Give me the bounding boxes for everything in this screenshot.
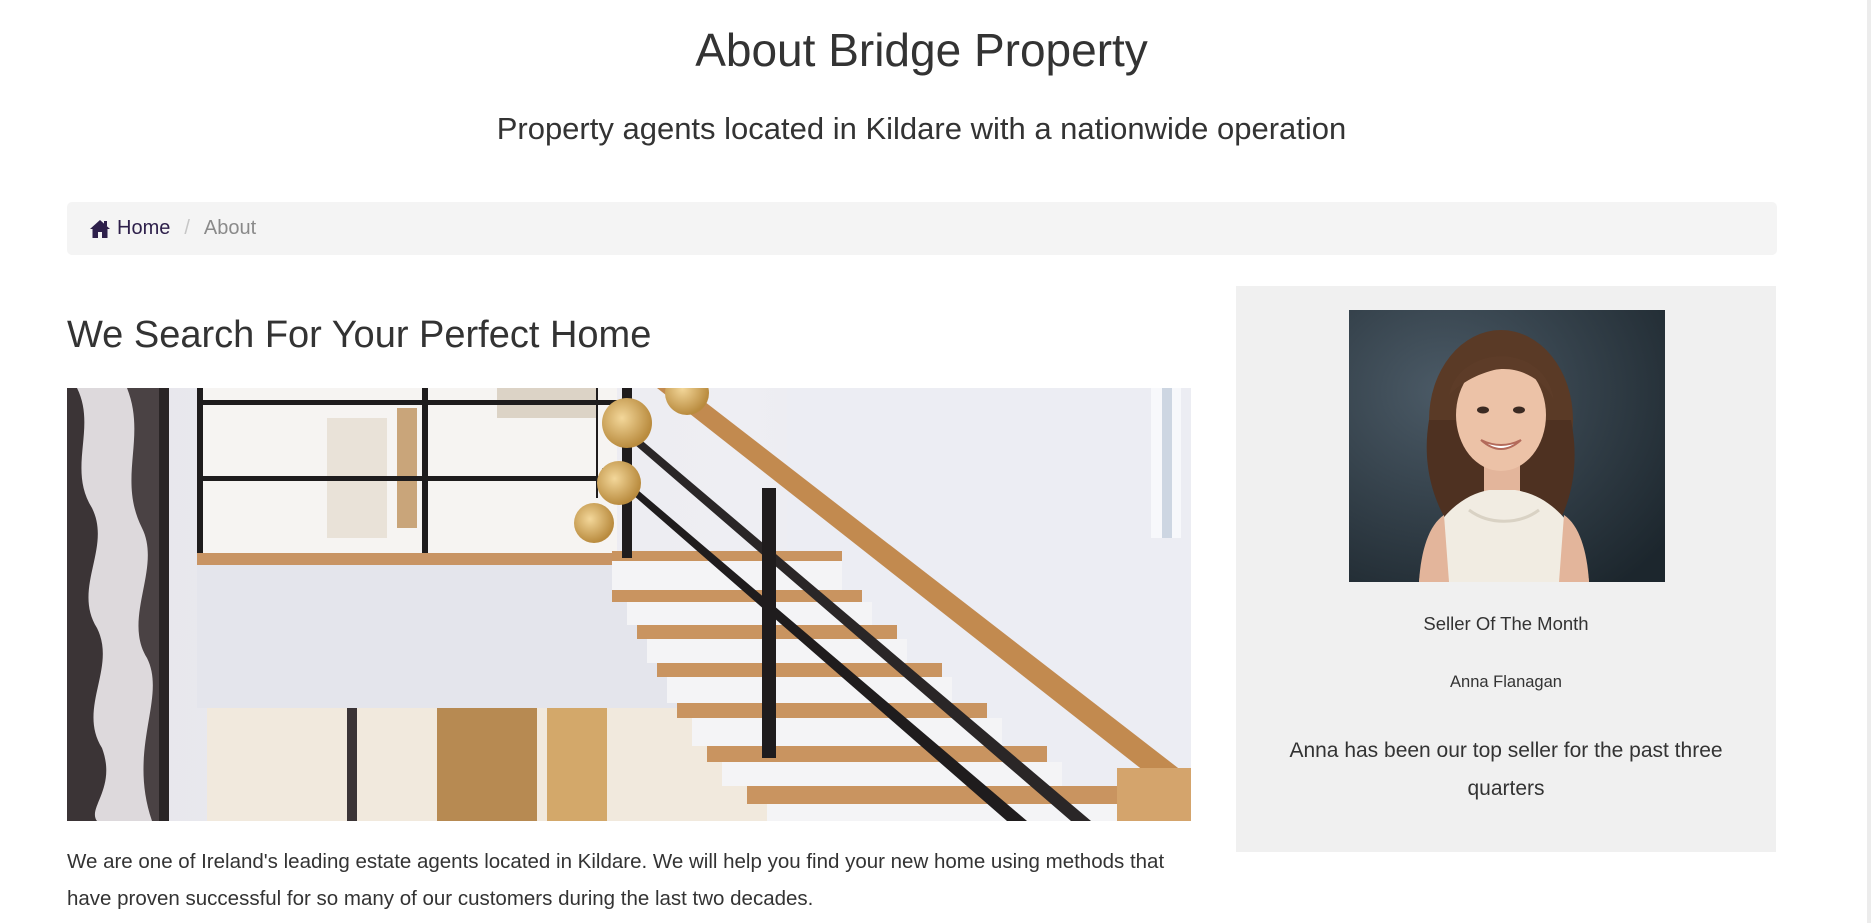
staircase-image <box>67 388 1191 821</box>
breadcrumb-home-label: Home <box>117 217 171 239</box>
page: About Bridge Property Property agents lo… <box>0 0 1871 923</box>
seller-description: Anna has been our top seller for the pas… <box>1289 739 1723 800</box>
page-scrollbar[interactable] <box>1867 0 1871 923</box>
breadcrumb-current: About <box>203 217 257 239</box>
page-subtitle: Property agents located in Kildare with … <box>496 111 1347 146</box>
breadcrumb-home-link[interactable]: Home <box>89 217 170 240</box>
intro-paragraph: We are one of Ireland's leading estate a… <box>67 850 1165 910</box>
breadcrumb-separator: / <box>184 217 190 239</box>
section-heading: We Search For Your Perfect Home <box>67 314 652 356</box>
seller-of-month-card: Seller Of The Month Anna Flanagan Anna h… <box>1236 286 1776 852</box>
seller-photo <box>1349 310 1665 582</box>
seller-name: Anna Flanagan <box>1450 673 1562 691</box>
breadcrumb: Home / About <box>67 202 1777 255</box>
seller-award-title: Seller Of The Month <box>1423 613 1589 634</box>
home-icon <box>89 219 111 239</box>
page-title: About Bridge Property <box>695 24 1148 76</box>
